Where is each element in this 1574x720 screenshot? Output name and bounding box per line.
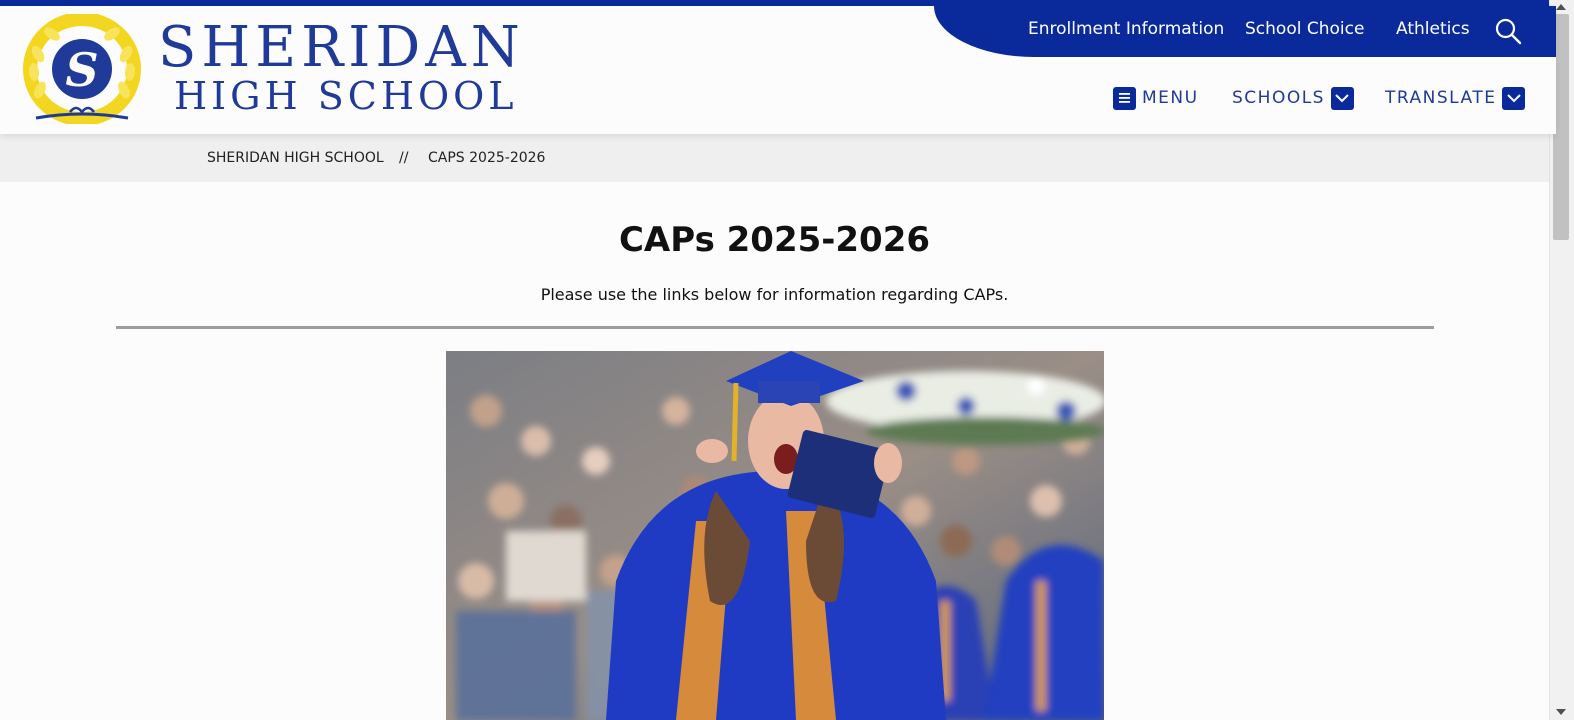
school-logo[interactable]: S (22, 14, 142, 124)
school-wordmark[interactable]: SHERIDAN HIGH SCHOOL (158, 15, 525, 118)
school-name-line1: SHERIDAN (158, 15, 525, 80)
hamburger-icon (1113, 86, 1136, 110)
graduation-photo (446, 351, 1104, 720)
page-intro: Please use the links below for informati… (540, 285, 1009, 304)
breadcrumb: SHERIDAN HIGH SCHOOL // CAPS 2025-2026 (0, 134, 1556, 182)
schools-dropdown[interactable]: SCHOOLS (1232, 86, 1354, 110)
utility-link-athletics[interactable]: Athletics (1396, 19, 1470, 39)
divider (116, 326, 1434, 329)
menu-button[interactable]: MENU (1113, 86, 1199, 110)
schools-label: SCHOOLS (1232, 88, 1325, 108)
site-header: S SHERIDAN HIGH SCHOOL Enrollment Inform… (0, 6, 1556, 134)
chevron-down-icon (1502, 86, 1526, 110)
scroll-down-arrow-icon[interactable] (1556, 709, 1566, 715)
page-title: CAPs 2025-2026 (618, 220, 931, 260)
scroll-up-arrow-icon[interactable] (1556, 4, 1566, 10)
chevron-down-icon (1330, 86, 1354, 110)
school-name-line2: HIGH SCHOOL (174, 74, 518, 118)
menu-label: MENU (1142, 88, 1199, 108)
svg-text:S: S (65, 43, 98, 97)
breadcrumb-current: CAPS 2025-2026 (428, 150, 546, 166)
utility-nav: Enrollment Information School Choice Ath… (934, 6, 1556, 57)
utility-link-enrollment[interactable]: Enrollment Information (1028, 19, 1224, 39)
translate-label: TRANSLATE (1385, 88, 1497, 108)
breadcrumb-home[interactable]: SHERIDAN HIGH SCHOOL (207, 150, 384, 166)
search-icon[interactable] (1494, 17, 1522, 45)
utility-link-school-choice[interactable]: School Choice (1245, 19, 1364, 39)
breadcrumb-separator: // (399, 150, 409, 166)
translate-dropdown[interactable]: TRANSLATE (1385, 86, 1526, 110)
